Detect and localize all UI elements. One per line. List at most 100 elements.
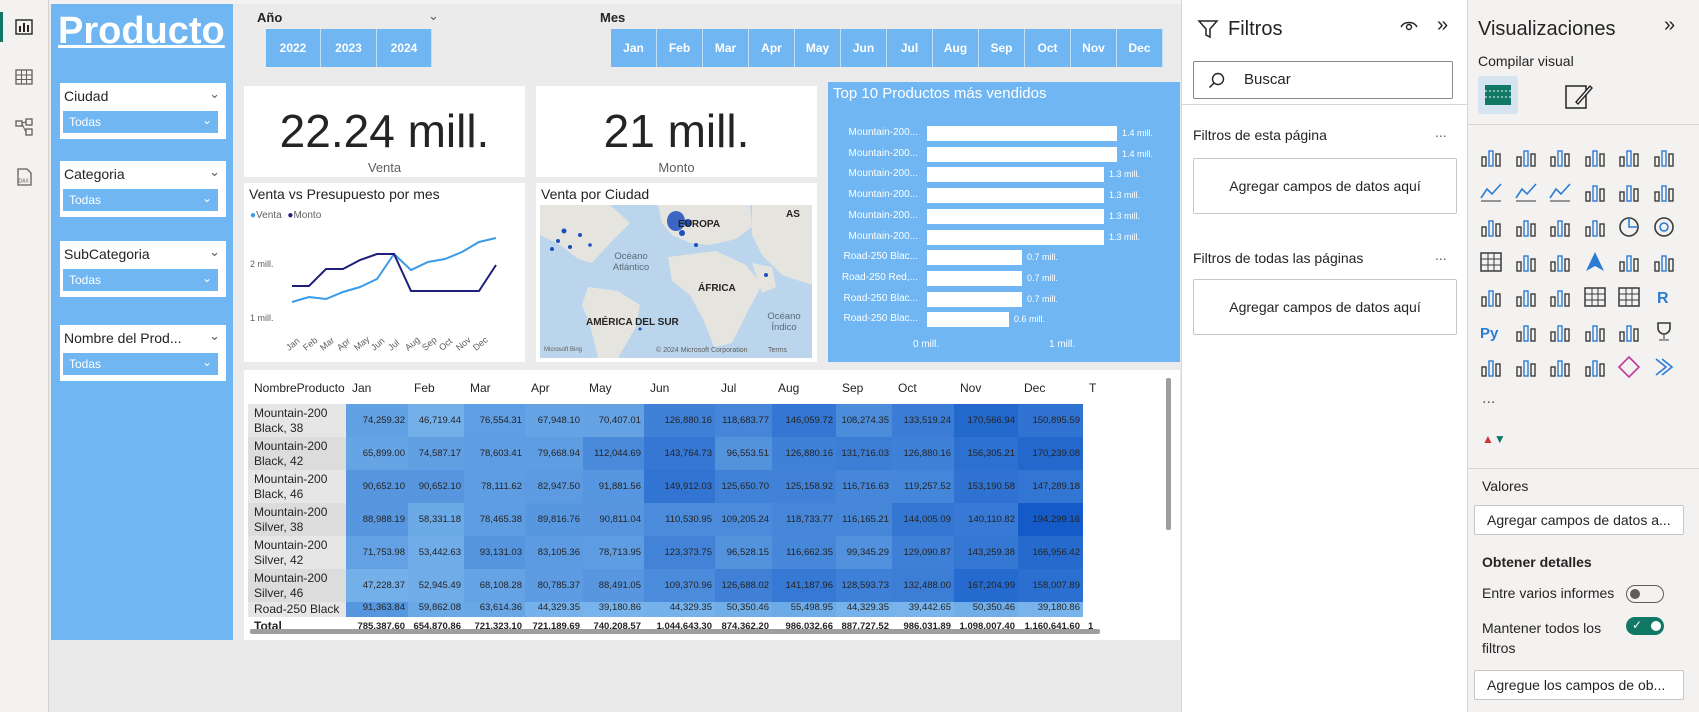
month-tile[interactable]: Sep [979, 29, 1025, 67]
filled-map-icon[interactable] [1548, 250, 1572, 274]
vertical-scrollbar[interactable] [1166, 378, 1171, 530]
column-header[interactable]: Jun [644, 372, 715, 404]
multirow-card-icon[interactable] [1479, 285, 1503, 309]
kpi-monto-card[interactable]: 21 mill. Monto [536, 86, 817, 177]
month-tile[interactable]: Dec [1117, 29, 1163, 67]
bar[interactable] [927, 126, 1117, 141]
area-chart-icon[interactable] [1514, 180, 1538, 204]
filters-search-input[interactable]: Buscar [1193, 61, 1453, 99]
column-header[interactable]: Jan [346, 372, 408, 404]
power-automate-icon[interactable] [1548, 355, 1572, 379]
goals-icon[interactable] [1652, 320, 1676, 344]
month-tile[interactable]: Feb [657, 29, 703, 67]
table-row[interactable]: Mountain-200 Black, 42 65,899.00 74,587.17… [248, 437, 1096, 470]
bar[interactable] [927, 291, 1022, 307]
python-visual-icon[interactable]: Py [1479, 320, 1503, 344]
decomposition-tree-icon[interactable] [1548, 320, 1572, 344]
more-options-icon[interactable]: ... [1435, 247, 1447, 263]
stacked-area-icon[interactable] [1548, 180, 1572, 204]
kpi-venta-card[interactable]: 22.24 mill. Venta [244, 86, 525, 177]
funnel-icon[interactable] [1548, 215, 1572, 239]
metrics-icon[interactable] [1583, 355, 1607, 379]
drillthrough-dropzone[interactable]: Agregue los campos de ob... [1474, 670, 1684, 700]
category-dropdown[interactable]: Todas ⌄ [63, 189, 218, 211]
waterfall-icon[interactable] [1479, 215, 1503, 239]
chevron-down-icon[interactable]: ⌄ [209, 328, 220, 344]
month-tile[interactable]: Jul [887, 29, 933, 67]
bar[interactable] [927, 312, 1009, 328]
column-header[interactable]: NombreProducto [248, 372, 346, 404]
page-filters-dropzone[interactable]: Agregar campos de datos aquí [1193, 158, 1457, 214]
slicer-icon[interactable] [1548, 285, 1572, 309]
collapse-viz-icon[interactable]: » [1664, 14, 1675, 37]
column-header[interactable]: Apr [525, 372, 583, 404]
month-tile[interactable]: Mar [703, 29, 749, 67]
azure-map-icon[interactable] [1583, 250, 1607, 274]
month-tile[interactable]: Jun [841, 29, 887, 67]
column-header[interactable]: Sep [836, 372, 892, 404]
chevron-down-icon[interactable]: ⌄ [209, 164, 220, 180]
table-row[interactable]: Road-250 Black 91,363.84 59,862.08 63,614.3… [248, 602, 1096, 617]
report-view-icon[interactable] [10, 13, 38, 41]
100-column-icon[interactable] [1652, 145, 1676, 169]
column-header[interactable]: Mar [464, 372, 525, 404]
all-pages-dropzone[interactable]: Agregar campos de datos aquí [1193, 279, 1457, 335]
collapse-filters-icon[interactable]: » [1437, 14, 1448, 37]
qa-icon[interactable] [1583, 320, 1607, 344]
month-tile[interactable]: Aug [933, 29, 979, 67]
bar[interactable] [927, 270, 1022, 286]
year-tile[interactable]: 2023 [321, 29, 377, 67]
bar[interactable] [927, 188, 1104, 204]
category-slicer[interactable]: Categoria ⌄ Todas ⌄ [60, 161, 226, 217]
column-header[interactable]: Dec [1018, 372, 1083, 404]
bar[interactable] [927, 250, 1022, 266]
pie-icon[interactable] [1617, 215, 1641, 239]
chevron-down-icon[interactable]: ⌄ [209, 86, 220, 102]
line-chart-icon[interactable] [1479, 180, 1503, 204]
bar[interactable] [927, 208, 1104, 224]
stacked-bar-icon[interactable] [1479, 145, 1503, 169]
horizontal-scrollbar[interactable] [250, 629, 1100, 634]
city-slicer[interactable]: Ciudad ⌄ Todas ⌄ [60, 83, 226, 139]
column-header[interactable]: Jul [715, 372, 772, 404]
bar[interactable] [927, 146, 1117, 162]
sales-matrix[interactable]: NombreProducto Jan Feb Mar Apr May Jun Jul Aug Se… [244, 370, 1180, 640]
diamond-icon[interactable] [1617, 355, 1641, 379]
format-visual-icon[interactable] [1562, 80, 1594, 117]
bar[interactable] [927, 229, 1104, 245]
gauge-icon[interactable] [1617, 250, 1641, 274]
narrative-icon[interactable] [1617, 320, 1641, 344]
bar[interactable] [927, 167, 1104, 183]
column-header[interactable]: Feb [408, 372, 464, 404]
year-tile[interactable]: 2024 [377, 29, 432, 67]
table-view-icon[interactable] [10, 63, 38, 91]
table-row[interactable]: Mountain-200 Silver, 42 71,753.98 53,442.6… [248, 536, 1096, 569]
more-options-icon[interactable]: ... [1435, 124, 1447, 140]
column-header[interactable]: Nov [954, 372, 1018, 404]
product-name-dropdown[interactable]: Todas ⌄ [63, 353, 218, 375]
card-icon[interactable] [1652, 250, 1676, 274]
values-dropzone[interactable]: Agregar campos de datos a... [1474, 505, 1684, 535]
eye-icon[interactable] [1400, 18, 1418, 39]
table-row[interactable]: Mountain-200 Black, 46 90,652.10 90,652.10… [248, 470, 1096, 503]
city-dropdown[interactable]: Todas ⌄ [63, 111, 218, 133]
product-name-slicer[interactable]: Nombre del Prod... ⌄ Todas ⌄ [60, 325, 226, 381]
line-chart-visual[interactable]: Venta vs Presupuesto por mes ●Venta ●Mon… [244, 183, 525, 362]
donut-icon[interactable] [1652, 215, 1676, 239]
map-visual[interactable]: Venta por Ciudad EUROPA AS Océano Atlánt… [536, 183, 817, 362]
chevron-visual-icon[interactable] [1652, 355, 1676, 379]
column-header[interactable]: Oct [892, 372, 954, 404]
key-influencers-icon[interactable] [1514, 320, 1538, 344]
model-view-icon[interactable] [10, 113, 38, 141]
keep-filters-toggle[interactable]: ✓ [1626, 617, 1664, 635]
table-row[interactable]: Mountain-200 Silver, 46 47,228.37 52,945.4… [248, 569, 1096, 602]
subcategory-slicer[interactable]: SubCategoria ⌄ Todas ⌄ [60, 241, 226, 297]
chevron-down-icon[interactable]: ⌄ [428, 8, 439, 24]
table-row[interactable]: Mountain-200 Silver, 38 88,988.19 58,331.1… [248, 503, 1096, 536]
paginated-report-icon[interactable] [1479, 355, 1503, 379]
stacked-column-icon[interactable] [1514, 145, 1538, 169]
power-apps-icon[interactable] [1514, 355, 1538, 379]
100-bar-icon[interactable] [1617, 145, 1641, 169]
column-header[interactable]: Aug [772, 372, 836, 404]
month-tile[interactable]: Oct [1025, 29, 1071, 67]
